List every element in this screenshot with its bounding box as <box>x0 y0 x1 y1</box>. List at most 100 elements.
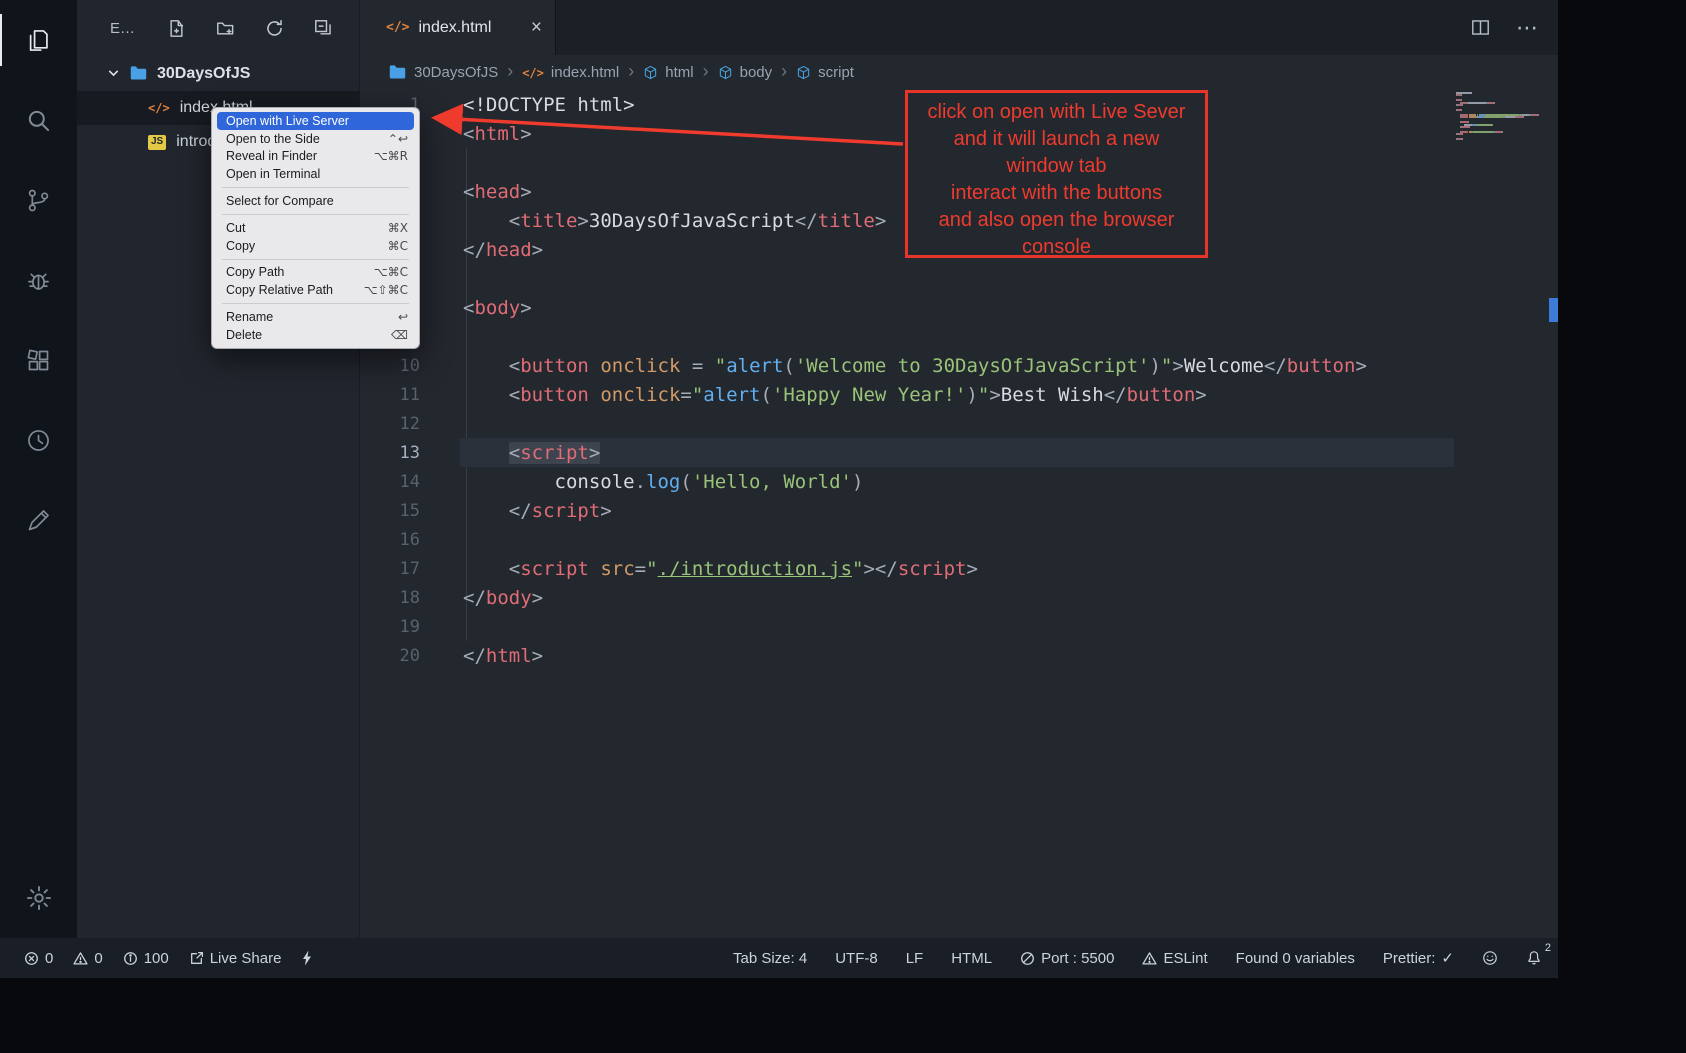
line-number: 15 <box>360 501 420 521</box>
menu-item-select-for-compare[interactable]: Select for Compare <box>217 192 414 210</box>
extensions-icon <box>25 347 52 374</box>
activity-item-search[interactable] <box>0 80 77 160</box>
menu-item-copy-relative-path[interactable]: Copy Relative Path⌥⇧⌘C <box>217 281 414 299</box>
code-line-9[interactable]: 9 <box>360 322 1558 351</box>
code-line-15[interactable]: 15 </script> <box>360 496 1558 525</box>
status-eol[interactable]: LF <box>906 950 924 967</box>
status-live-share[interactable]: Live Share <box>189 950 282 967</box>
activity-item-explorer[interactable] <box>0 0 77 80</box>
code-file-icon: </> <box>386 20 409 35</box>
collapse-all-icon[interactable] <box>314 19 333 38</box>
token <box>589 558 600 580</box>
code-line-7[interactable]: 7 <box>360 264 1558 293</box>
status-notifications[interactable]: 2 <box>1526 950 1542 966</box>
token: " <box>692 384 703 406</box>
context-menu: Open with Live ServerOpen to the Side⌃↩R… <box>211 107 420 349</box>
code-line-19[interactable]: 19 <box>360 612 1558 641</box>
token: html <box>474 123 520 145</box>
menu-item-rename[interactable]: Rename↩ <box>217 308 414 326</box>
activity-item-extensions[interactable] <box>0 320 77 400</box>
minimap-token <box>1494 102 1495 104</box>
status-prettier[interactable]: Prettier:✓ <box>1383 949 1454 967</box>
code-text: <head> <box>463 181 532 203</box>
token <box>589 355 600 377</box>
status-feedback-smiley[interactable] <box>1482 950 1498 966</box>
code-line-16[interactable]: 16 <box>360 525 1558 554</box>
token: ./introduction.js <box>658 558 852 580</box>
token: " <box>646 558 657 580</box>
new-folder-icon[interactable] <box>216 19 235 38</box>
token: body <box>474 297 520 319</box>
code-line-20[interactable]: 20</html> <box>360 641 1558 670</box>
status-port[interactable]: Port : 5500 <box>1020 950 1114 967</box>
status-encoding[interactable]: UTF-8 <box>835 950 878 967</box>
breadcrumb-index-html[interactable]: </>index.html <box>522 64 619 81</box>
breadcrumb-body[interactable]: body <box>718 64 773 81</box>
menu-item-copy[interactable]: Copy⌘C <box>217 237 414 255</box>
close-icon[interactable]: × <box>531 18 542 37</box>
bell-icon <box>1526 950 1542 966</box>
menu-item-open-to-the-side[interactable]: Open to the Side⌃↩ <box>217 130 414 148</box>
menu-item-cut[interactable]: Cut⌘X <box>217 219 414 237</box>
annotation-line: and it will launch a new <box>908 126 1205 153</box>
status-eslint[interactable]: ESLint <box>1142 950 1207 967</box>
root-folder-label: 30DaysOfJS <box>157 65 250 83</box>
token: ) <box>1149 355 1160 377</box>
code-line-14[interactable]: 14 console.log('Hello, World') <box>360 467 1558 496</box>
token: script <box>898 558 967 580</box>
code-line-12[interactable]: 12 <box>360 409 1558 438</box>
menu-item-label: Open with Live Server <box>226 114 408 128</box>
status-warnings[interactable]: 0 <box>73 950 102 967</box>
token: 'Hello, World' <box>692 471 852 493</box>
refresh-icon[interactable] <box>265 19 284 38</box>
activity-item-source-control[interactable] <box>0 160 77 240</box>
folder-icon <box>388 63 407 82</box>
menu-item-copy-path[interactable]: Copy Path⌥⌘C <box>217 264 414 282</box>
code-line-13[interactable]: 13 <script> <box>360 438 1558 467</box>
activity-item-feedback[interactable] <box>0 480 77 560</box>
code-line-11[interactable]: 11 <button onclick="alert('Happy New Yea… <box>360 380 1558 409</box>
token: ( <box>680 471 691 493</box>
split-editor-icon[interactable] <box>1471 18 1490 37</box>
code-line-10[interactable]: 10 <button onclick = "alert('Welcome to … <box>360 351 1558 380</box>
menu-item-delete[interactable]: Delete⌫ <box>217 326 414 344</box>
token: head <box>486 239 532 261</box>
line-number: 13 <box>360 443 420 463</box>
menu-item-shortcut: ⌃↩ <box>388 132 408 146</box>
code-line-18[interactable]: 18</body> <box>360 583 1558 612</box>
activity-item-run-debug[interactable] <box>0 240 77 320</box>
tab-index-html[interactable]: </> index.html × <box>360 0 556 55</box>
code-text: </body> <box>463 587 543 609</box>
status-info[interactable]: 100 <box>123 950 169 967</box>
status-tab-size[interactable]: Tab Size: 4 <box>733 950 807 967</box>
search-icon <box>25 107 52 134</box>
code-line-8[interactable]: 8<body> <box>360 293 1558 322</box>
status-flash[interactable] <box>301 950 313 966</box>
token: </ <box>463 645 486 667</box>
status-variables[interactable]: Found 0 variables <box>1236 950 1355 967</box>
token: button <box>1127 384 1196 406</box>
token <box>680 355 691 377</box>
code-line-17[interactable]: 17 <script src="./introduction.js"></scr… <box>360 554 1558 583</box>
status-label: 0 <box>94 950 102 967</box>
token: < <box>509 355 520 377</box>
menu-item-reveal-in-finder[interactable]: Reveal in Finder⌥⌘R <box>217 148 414 166</box>
menu-item-open-with-live-server[interactable]: Open with Live Server <box>217 112 414 130</box>
tree-root-folder[interactable]: 30DaysOfJS <box>77 56 359 91</box>
breadcrumb-30daysofjs[interactable]: 30DaysOfJS <box>388 63 498 82</box>
activity-item-settings[interactable] <box>0 858 77 938</box>
menu-item-label: Copy Relative Path <box>226 283 354 297</box>
menu-item-open-in-terminal[interactable]: Open in Terminal <box>217 165 414 183</box>
minimap[interactable] <box>1456 92 1544 141</box>
status-label: LF <box>906 950 924 967</box>
more-actions-icon[interactable]: ⋯ <box>1516 17 1538 39</box>
status-errors[interactable]: 0 <box>24 950 53 967</box>
breadcrumb-html[interactable]: html <box>643 64 693 81</box>
status-language-mode[interactable]: HTML <box>951 950 992 967</box>
breadcrumb-script[interactable]: script <box>796 64 854 81</box>
activity-item-history[interactable] <box>0 400 77 480</box>
menu-item-label: Select for Compare <box>226 194 408 208</box>
minimap-token <box>1461 109 1462 111</box>
new-file-icon[interactable] <box>167 19 186 38</box>
status-label: UTF-8 <box>835 950 878 967</box>
